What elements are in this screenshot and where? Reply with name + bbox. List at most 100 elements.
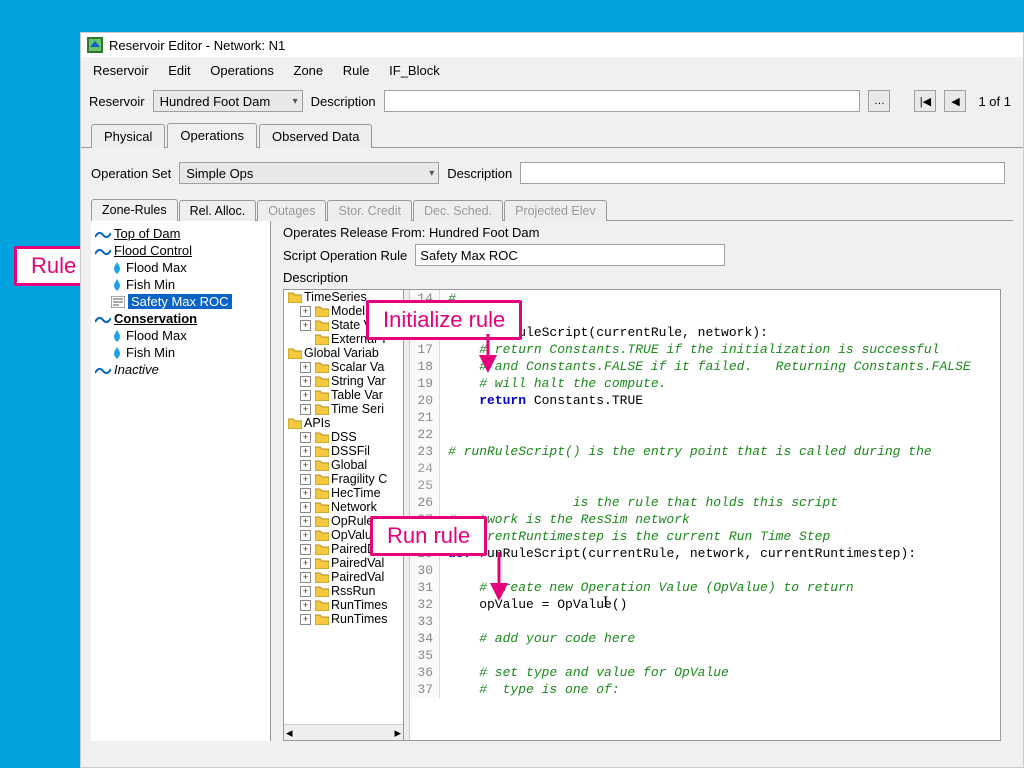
window-title: Reservoir Editor - Network: N1 <box>109 38 285 53</box>
text-caret-icon: I <box>603 594 608 612</box>
tree-flood-control[interactable]: Flood Control <box>93 242 268 259</box>
nav-prev-button[interactable]: ◀ <box>944 90 966 112</box>
expander-icon[interactable]: + <box>300 502 311 513</box>
script-icon <box>111 296 125 308</box>
top-toolbar: Reservoir Hundred Foot Dam ▾ Description… <box>81 84 1023 118</box>
api-label: PairedVal <box>331 556 384 570</box>
opset-select[interactable]: Simple Ops ▾ <box>179 162 439 184</box>
scroll-right-icon[interactable]: ▸ <box>394 725 401 741</box>
api-runtimes2[interactable]: + RunTimes <box>284 612 403 626</box>
subtab-dec-sched[interactable]: Dec. Sched. <box>413 200 503 221</box>
tree-flood-max-2[interactable]: Flood Max <box>93 327 268 344</box>
api-runtimes[interactable]: +RunTimes <box>284 598 403 612</box>
tree-fish-min[interactable]: Fish Min <box>93 276 268 293</box>
expander-icon[interactable]: + <box>300 516 311 527</box>
subtab-proj-elev[interactable]: Projected Elev <box>504 200 607 221</box>
tab-physical[interactable]: Physical <box>91 124 165 148</box>
expander-icon[interactable]: + <box>300 306 311 317</box>
tree-inactive[interactable]: Inactive <box>93 361 268 378</box>
expander-icon[interactable]: + <box>300 488 311 499</box>
api-label: TimeSeries <box>304 290 367 304</box>
api-fragility[interactable]: +Fragility C <box>284 472 403 486</box>
api-timeseri[interactable]: +Time Seri <box>284 402 403 416</box>
api-pairedval[interactable]: + PairedVal <box>284 556 403 570</box>
opset-desc-input[interactable] <box>520 162 1005 184</box>
folder-icon <box>315 305 329 317</box>
expander-icon[interactable]: + <box>300 600 311 611</box>
api-global-var[interactable]: Global Variab <box>284 346 403 360</box>
folder-icon <box>315 599 329 611</box>
menu-reservoir[interactable]: Reservoir <box>85 61 157 80</box>
menubar: Reservoir Edit Operations Zone Rule IF_B… <box>81 57 1023 84</box>
folder-icon <box>288 347 302 359</box>
tree-label: Top of Dam <box>114 226 180 241</box>
menu-rule[interactable]: Rule <box>335 61 378 80</box>
api-hectime[interactable]: +HecTime <box>284 486 403 500</box>
menu-operations[interactable]: Operations <box>202 61 282 80</box>
expander-icon[interactable]: + <box>300 432 311 443</box>
expander-icon[interactable]: + <box>300 614 311 625</box>
api-rssrun[interactable]: +RssRun <box>284 584 403 598</box>
code-kw: return <box>479 393 534 408</box>
description-input[interactable] <box>384 90 861 112</box>
tree-conservation[interactable]: Conservation <box>93 310 268 327</box>
code-line: # currentRuntimestep is the current Run … <box>448 529 830 544</box>
main-tabstrip: Physical Operations Observed Data <box>81 122 1023 148</box>
api-dssfil[interactable]: +DSSFil <box>284 444 403 458</box>
reservoir-select[interactable]: Hundred Foot Dam ▾ <box>153 90 303 112</box>
tab-operations[interactable]: Operations <box>167 123 257 148</box>
api-label: RunTimes <box>331 612 388 626</box>
script-rule-name-input[interactable] <box>415 244 725 266</box>
tab-observed-data[interactable]: Observed Data <box>259 124 372 148</box>
editor-pane: Operates Release From: Hundred Foot Dam … <box>271 221 1013 741</box>
expander-icon[interactable]: + <box>300 446 311 457</box>
subtab-stor-credit[interactable]: Stor. Credit <box>327 200 412 221</box>
tree-safety-max-roc[interactable]: Safety Max ROC <box>93 293 268 310</box>
expander-icon[interactable]: + <box>300 572 311 583</box>
api-pairedval2[interactable]: +PairedVal <box>284 570 403 584</box>
expander-icon[interactable]: + <box>300 544 311 555</box>
expander-icon[interactable]: + <box>300 586 311 597</box>
expander-icon[interactable]: + <box>300 390 311 401</box>
opset-row: Operation Set Simple Ops ▾ Description <box>91 156 1013 190</box>
tree-flood-max[interactable]: Flood Max <box>93 259 268 276</box>
folder-icon <box>315 389 329 401</box>
folder-icon <box>315 543 329 555</box>
description-ellipsis-button[interactable]: … <box>868 90 890 112</box>
api-label: Global <box>331 458 367 472</box>
chevron-down-icon: ▾ <box>429 168 434 179</box>
expander-icon[interactable]: + <box>300 362 311 373</box>
expander-icon[interactable]: + <box>300 404 311 415</box>
api-dss[interactable]: +DSS <box>284 430 403 444</box>
nav-first-button[interactable]: |◀ <box>914 90 936 112</box>
api-label: String Var <box>331 374 386 388</box>
subtab-rel-alloc[interactable]: Rel. Alloc. <box>179 200 257 221</box>
expander-icon[interactable]: + <box>300 474 311 485</box>
code-text: runRuleScript(currentRule, network, curr… <box>479 546 916 561</box>
reservoir-label: Reservoir <box>89 94 145 109</box>
arrow-run-to-code <box>494 552 514 603</box>
folder-icon <box>315 361 329 373</box>
menu-edit[interactable]: Edit <box>160 61 198 80</box>
api-global[interactable]: + Global <box>284 458 403 472</box>
api-tree-hscroll[interactable]: ◂ ▸ <box>284 724 403 740</box>
api-apis[interactable]: APIs <box>284 416 403 430</box>
api-network[interactable]: +Network <box>284 500 403 514</box>
expander-icon[interactable]: + <box>300 530 311 541</box>
api-scalar[interactable]: +Scalar Va <box>284 360 403 374</box>
expander-icon[interactable]: + <box>300 320 311 331</box>
subtab-outages[interactable]: Outages <box>257 200 326 221</box>
menu-ifblock[interactable]: IF_Block <box>381 61 448 80</box>
rule-tree[interactable]: Top of Dam Flood Control Flood Max Fish … <box>91 221 271 741</box>
api-tree[interactable]: TimeSeries +Model Var +State Vari Extern… <box>284 290 404 740</box>
api-table[interactable]: +Table Var <box>284 388 403 402</box>
menu-zone[interactable]: Zone <box>286 61 332 80</box>
expander-icon[interactable]: + <box>300 558 311 569</box>
expander-icon[interactable]: + <box>300 460 311 471</box>
expander-icon[interactable]: + <box>300 376 311 387</box>
tree-top-of-dam[interactable]: Top of Dam <box>93 225 268 242</box>
subtab-zone-rules[interactable]: Zone-Rules <box>91 199 178 221</box>
scroll-left-icon[interactable]: ◂ <box>286 725 293 741</box>
api-string[interactable]: + String Var <box>284 374 403 388</box>
tree-fish-min-2[interactable]: Fish Min <box>93 344 268 361</box>
